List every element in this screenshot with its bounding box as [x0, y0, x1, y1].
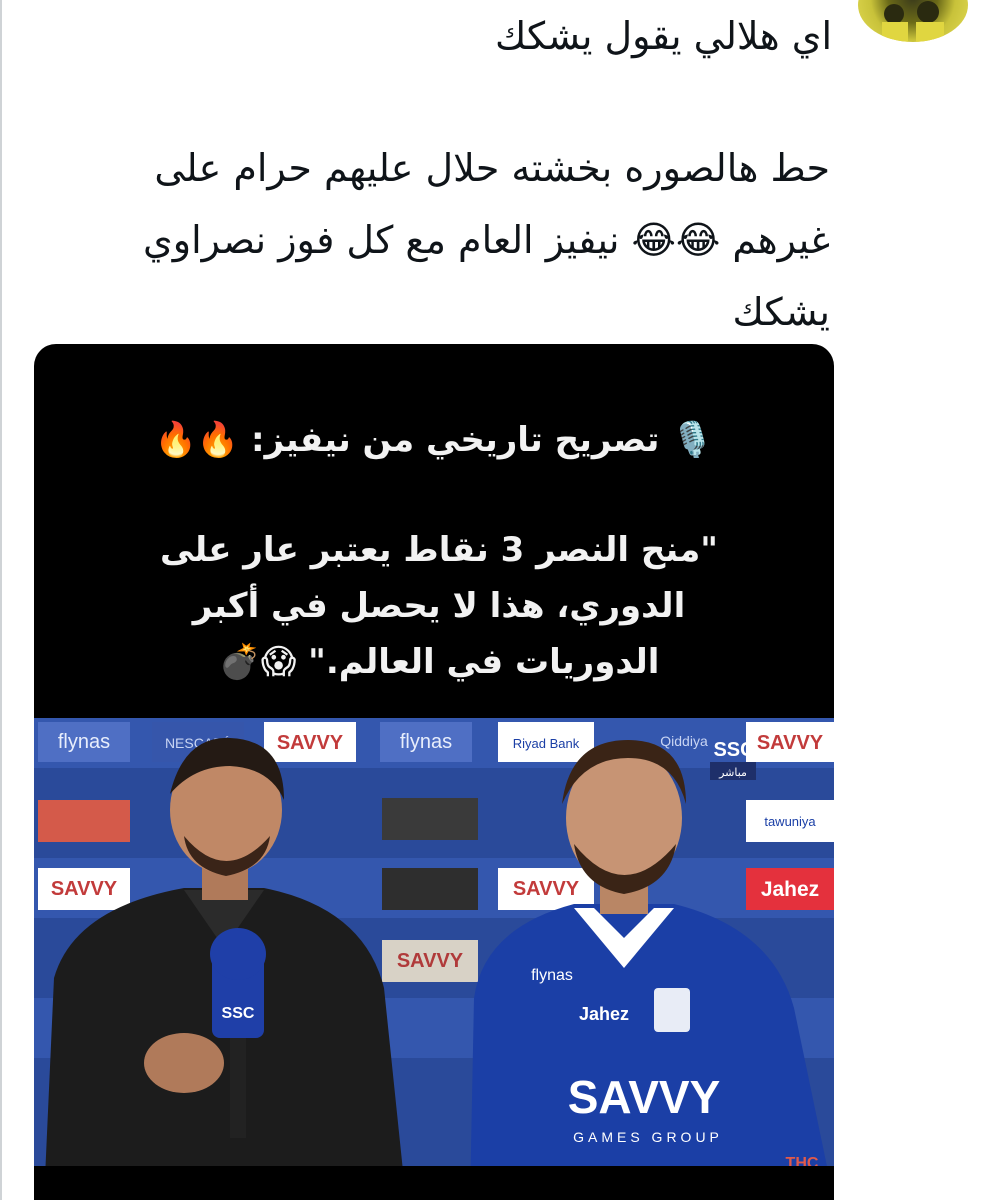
ssc-badge: SSC	[713, 739, 754, 761]
sponsor-qiddiya: Qiddiya	[660, 733, 708, 749]
sponsor-savvy: SAVVY	[277, 732, 344, 754]
interview-scene: flynas NESCAFÉ SAVVY flynas Riyad Bank Q…	[34, 718, 834, 1200]
sponsor-flynas-2: flynas	[400, 731, 452, 753]
quote-line-3: الدوريات في العالم." 😱💣	[218, 642, 660, 682]
avatar-image	[882, 1, 944, 42]
tweet-body: حط هالصوره بخشته حلال عليهم حرام على غير…	[60, 132, 830, 348]
tweet-line-3: يشكك	[732, 290, 831, 334]
sponsor-riyad: Riyad Bank	[513, 736, 580, 751]
sponsor-savvy-3: SAVVY	[51, 878, 118, 900]
mic-label: SSC	[222, 1005, 255, 1022]
sponsor-savvy-2: SAVVY	[757, 732, 824, 754]
left-divider	[0, 0, 2, 1200]
user-avatar[interactable]	[858, 0, 968, 42]
sponsor-savvy-4: SAVVY	[513, 878, 580, 900]
media-title: 🎙️ تصريح تاريخي من نيفيز: 🔥🔥	[154, 420, 714, 460]
media-quote: "منح النصر 3 نقاط يعتبر عار على الدوري، …	[144, 522, 734, 690]
jersey-group: GAMES GROUP	[573, 1129, 723, 1145]
quote-line-2: الدوري، هذا لا يحصل في أكبر	[192, 586, 686, 626]
ssc-live: مباشر	[718, 766, 747, 779]
interview-photo: flynas NESCAFÉ SAVVY flynas Riyad Bank Q…	[34, 718, 834, 1200]
tweet-line-1: حط هالصوره بخشته حلال عليهم حرام على	[154, 146, 830, 190]
jersey-savvy: SAVVY	[568, 1071, 721, 1123]
jersey-jahez: Jahez	[579, 1004, 629, 1024]
tweet-media[interactable]: 🎙️ تصريح تاريخي من نيفيز: 🔥🔥 "منح النصر …	[34, 344, 834, 1200]
sponsor-flynas: flynas	[58, 731, 110, 753]
sponsor-jahez: Jahez	[761, 878, 819, 901]
club-crest-icon	[654, 988, 690, 1032]
sponsor-savvy-5: SAVVY	[397, 950, 464, 972]
reply-text: اي هلالي يقول يشكك	[494, 14, 832, 58]
tweet-line-2: غيرهم 😂😂 نيفيز العام مع كل فوز نصراوي	[142, 218, 830, 262]
quote-line-1: "منح النصر 3 نقاط يعتبر عار على	[159, 530, 719, 570]
media-bottom-edge	[34, 1166, 834, 1200]
sponsor-tawuniya: tawuniya	[764, 814, 816, 829]
jersey-flynas: flynas	[531, 967, 573, 984]
